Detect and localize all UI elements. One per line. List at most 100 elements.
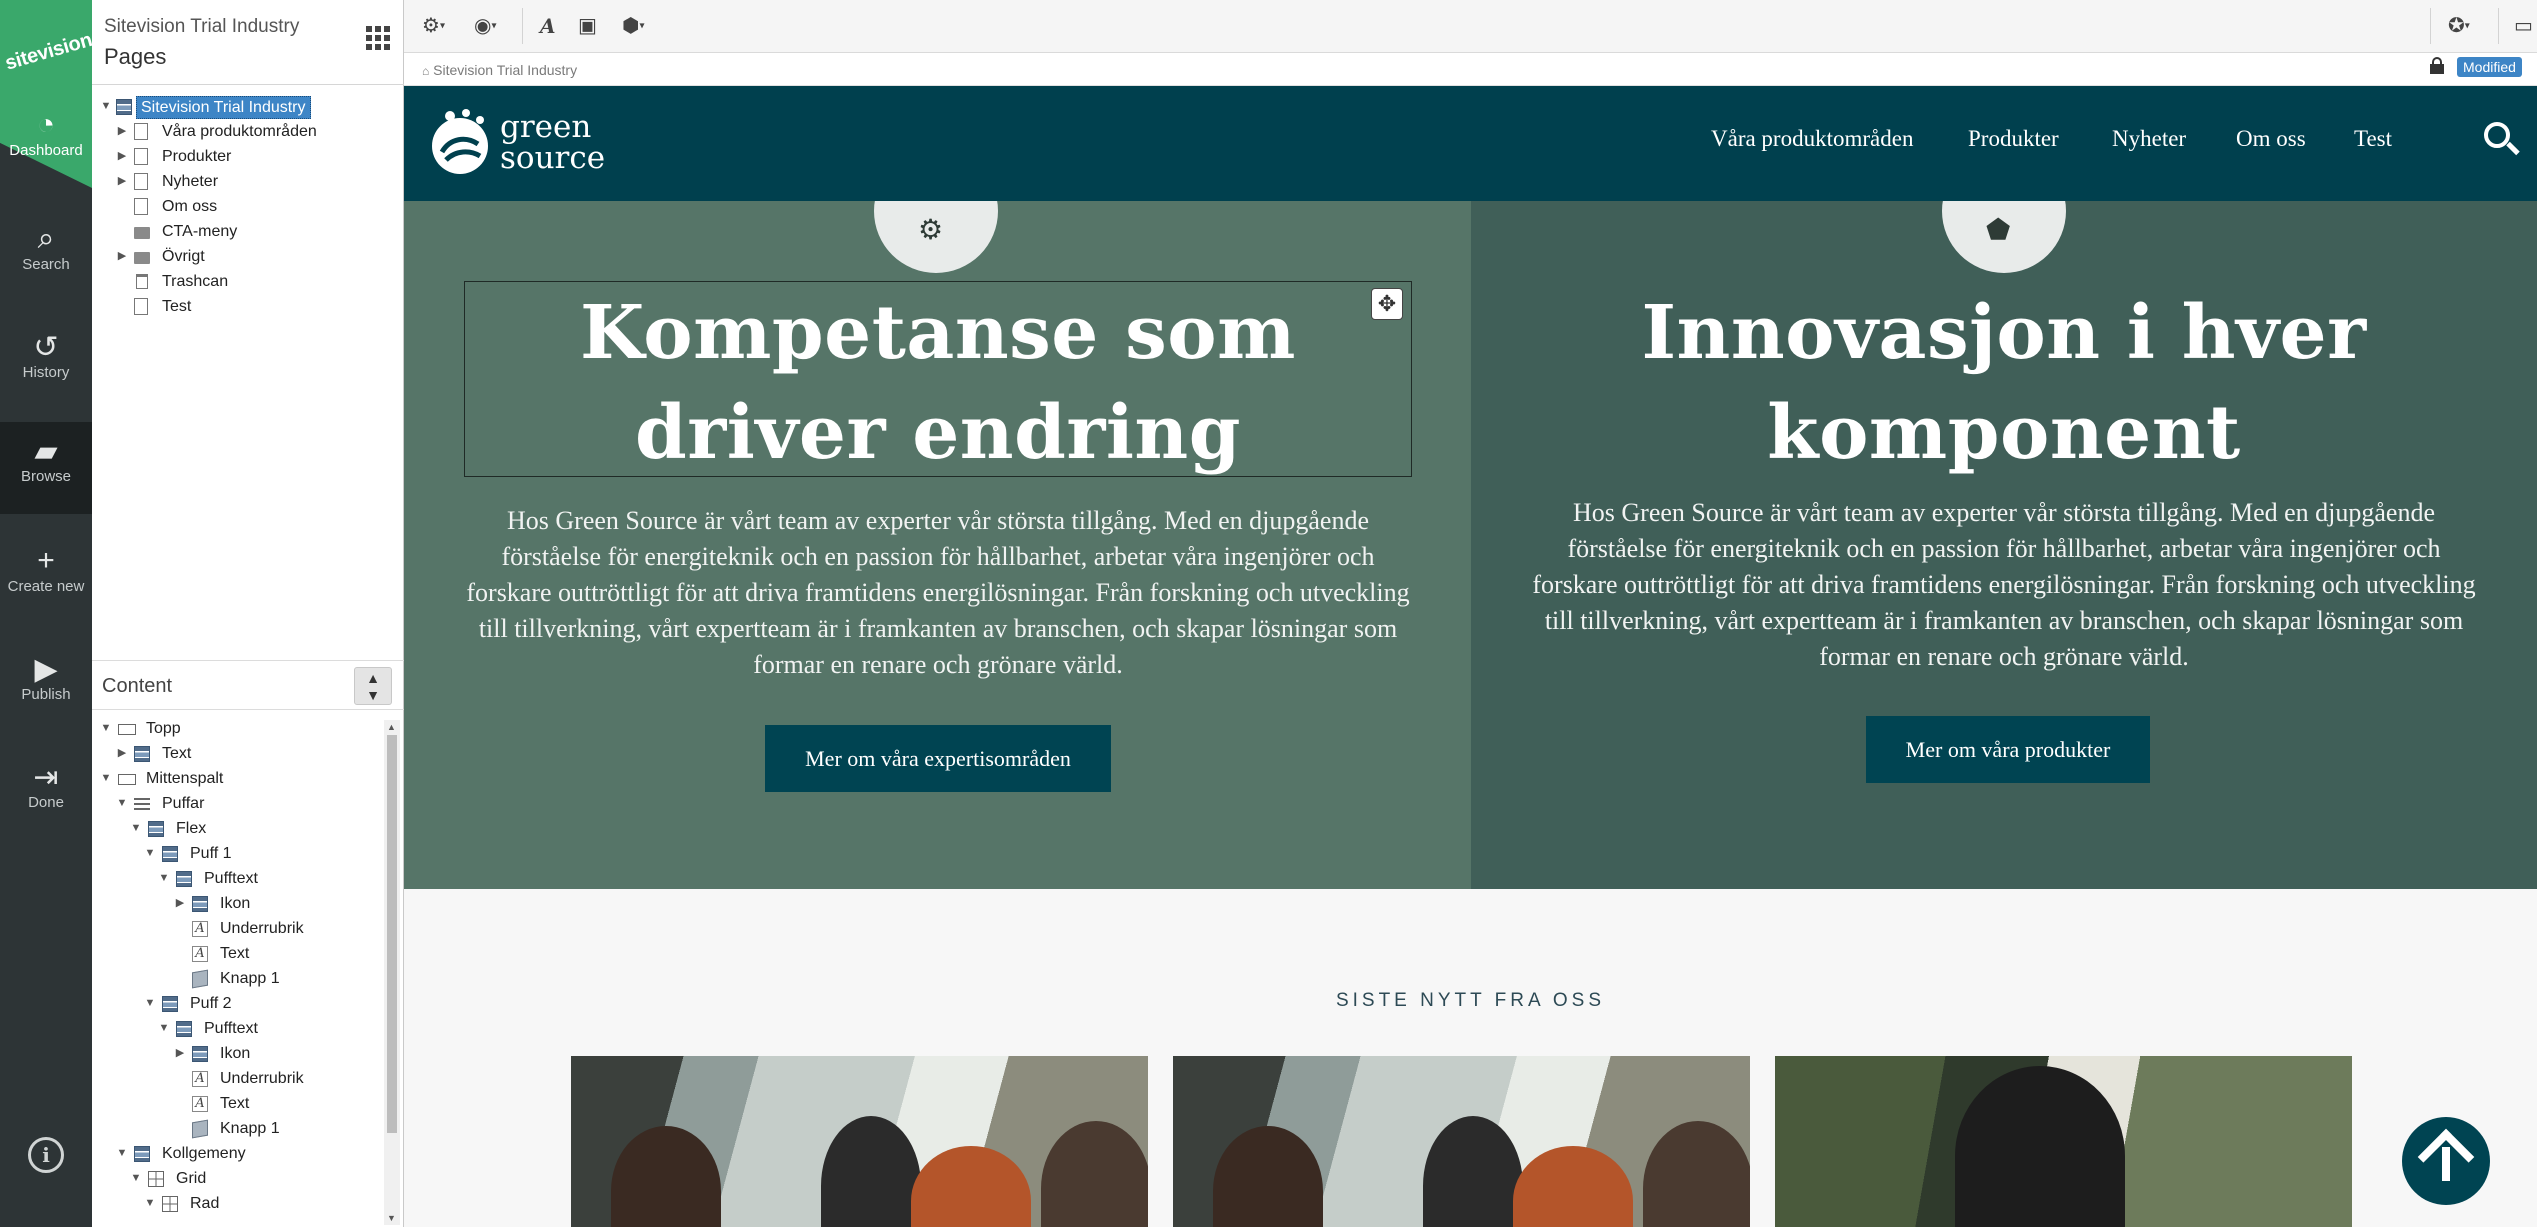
content-item[interactable]: A Text [92, 941, 404, 966]
expand-icon[interactable]: ▶ [116, 741, 128, 766]
back-to-top-button[interactable] [2402, 1117, 2490, 1205]
folder-open-icon: ▰ [34, 435, 58, 468]
content-item[interactable]: ▼ Puff 1 [92, 841, 404, 866]
comments-icon[interactable]: ▭ [2514, 12, 2533, 40]
content-item[interactable]: Knapp 1 [92, 1116, 404, 1141]
search-button[interactable]: ⌕ Search [0, 210, 92, 310]
content-item[interactable]: ▶ Text [92, 741, 404, 766]
tree-item[interactable]: CTA-meny [92, 219, 404, 244]
tree-item[interactable]: Trashcan [92, 269, 404, 294]
content-label: Text [220, 945, 250, 962]
collapse-icon[interactable]: ▼ [100, 94, 112, 119]
collapse-icon[interactable]: ▼ [158, 1016, 170, 1041]
tree-item-root[interactable]: ▼ Sitevision Trial Industry [92, 94, 404, 119]
collapse-icon[interactable]: ▼ [130, 816, 142, 841]
tree-item[interactable]: Om oss [92, 194, 404, 219]
puff-1-button[interactable]: Mer om våra expertisområden [765, 725, 1111, 792]
search-icon: ⌕ [37, 222, 55, 255]
site-logo-text[interactable]: green source [500, 112, 605, 174]
tree-label: Övrigt [162, 248, 205, 265]
browse-label: Browse [20, 468, 72, 485]
content-item[interactable]: ▼ Rad [92, 1191, 404, 1216]
collapse-icon[interactable]: ▼ [130, 1166, 142, 1191]
content-item[interactable]: ▶ Ikon [92, 891, 404, 916]
pages-title: Pages [104, 44, 167, 69]
expand-icon[interactable]: ▶ [116, 244, 128, 269]
expand-icon[interactable]: ▶ [116, 169, 128, 194]
content-label: Rad [190, 1195, 220, 1212]
settings-gear-icon[interactable]: ⚙▾ [422, 12, 445, 40]
collapse-icon[interactable]: ▼ [100, 766, 112, 791]
tree-label: Sitevision Trial Industry [136, 96, 311, 119]
content-item[interactable]: ▶ Ikon [92, 1041, 404, 1066]
tree-item[interactable]: ▶ Produkter [92, 144, 404, 169]
dashboard-button[interactable]: ◔ Dashboard [0, 96, 92, 196]
content-item[interactable]: ▼ Flex [92, 816, 404, 841]
scroll-down-icon[interactable]: ▼ [387, 1213, 396, 1223]
nav-item-test[interactable]: Test [2354, 126, 2392, 152]
trash-icon [136, 274, 148, 289]
collapse-icon[interactable]: ▼ [144, 991, 156, 1016]
history-button[interactable]: ↺ History [0, 318, 92, 418]
left-rail: sitevision. ◔ Dashboard ⌕ Search ↺ Histo… [0, 0, 92, 1227]
puff-2-button[interactable]: Mer om våra produkter [1866, 716, 2150, 783]
nav-item-produkter[interactable]: Produkter [1968, 126, 2059, 152]
publish-button[interactable]: ▶ Publish [0, 640, 92, 740]
sort-toggle-icon[interactable]: ▲ ▼ [354, 667, 392, 705]
image-icon[interactable]: ▣ [578, 12, 597, 40]
content-item[interactable]: ▼ Mittenspalt [92, 766, 404, 791]
tree-label: Om oss [162, 198, 218, 215]
expand-icon[interactable]: ▶ [174, 891, 186, 916]
tree-item[interactable]: ▶ Våra produktområden [92, 119, 404, 144]
green-source-logo-icon[interactable] [426, 108, 496, 178]
info-icon[interactable]: i [28, 1137, 64, 1173]
browse-button[interactable]: ▰ Browse [0, 422, 92, 514]
collapse-icon[interactable]: ▼ [116, 1141, 128, 1166]
content-item[interactable]: ▼ Topp [92, 716, 404, 741]
content-item[interactable]: ▼ Kollgemeny [92, 1141, 404, 1166]
tree-item[interactable]: ▶ Övrigt [92, 244, 404, 269]
news-image[interactable] [1173, 1056, 1750, 1227]
collapse-icon[interactable]: ▼ [116, 791, 128, 816]
tree-item[interactable]: Test [92, 294, 404, 319]
scroll-thumb[interactable] [387, 735, 397, 1133]
accessibility-icon[interactable]: ✪▾ [2448, 12, 2470, 40]
module-cube-icon[interactable]: ⬢▾ [622, 12, 645, 40]
expand-icon[interactable]: ▶ [116, 119, 128, 144]
create-new-button[interactable]: + Create new [0, 532, 92, 632]
expand-icon[interactable]: ▶ [174, 1041, 186, 1066]
content-item[interactable]: Knapp 1 [92, 966, 404, 991]
content-item[interactable]: ▼ Pufftext [92, 1016, 404, 1041]
breadcrumb[interactable]: ⌂ Sitevision Trial Industry [422, 62, 577, 78]
search-icon[interactable] [2484, 122, 2520, 156]
content-item[interactable]: ▼ Pufftext [92, 866, 404, 891]
content-item[interactable]: ▼ Puffar [92, 791, 404, 816]
done-button[interactable]: ⇥ Done [0, 748, 92, 848]
gauge-icon: ◔ [36, 108, 56, 141]
nav-item-produktomraden[interactable]: Våra produktområden [1711, 126, 1913, 152]
content-label: Pufftext [204, 1020, 258, 1037]
expand-icon[interactable]: ▶ [116, 144, 128, 169]
content-scrollbar[interactable]: ▲ ▼ [384, 720, 400, 1225]
collapse-icon[interactable]: ▼ [144, 841, 156, 866]
nav-item-nyheter[interactable]: Nyheter [2112, 126, 2186, 152]
content-item[interactable]: ▼ Grid [92, 1166, 404, 1191]
news-image[interactable] [571, 1056, 1148, 1227]
preview-eye-icon[interactable]: ◉▾ [474, 12, 496, 40]
news-image[interactable] [1775, 1056, 2352, 1227]
collapse-icon[interactable]: ▼ [158, 866, 170, 891]
content-item[interactable]: A Underrubrik [92, 1066, 404, 1091]
nav-item-om-oss[interactable]: Om oss [2236, 126, 2306, 152]
scroll-up-icon[interactable]: ▲ [387, 722, 396, 732]
collapse-icon[interactable]: ▼ [144, 1191, 156, 1216]
content-item[interactable]: ▼ Puff 2 [92, 991, 404, 1016]
content-item[interactable]: A Text [92, 1091, 404, 1116]
collapse-icon[interactable]: ▼ [100, 716, 112, 741]
lock-icon[interactable] [2430, 57, 2444, 74]
apps-grid-icon[interactable] [366, 26, 390, 50]
content-label: Kollgemeny [162, 1145, 246, 1162]
text-format-icon[interactable]: A [540, 12, 556, 40]
tree-item[interactable]: ▶ Nyheter [92, 169, 404, 194]
puff-2-heading: Innovasjon i hver komponent [1531, 283, 2477, 483]
content-item[interactable]: A Underrubrik [92, 916, 404, 941]
